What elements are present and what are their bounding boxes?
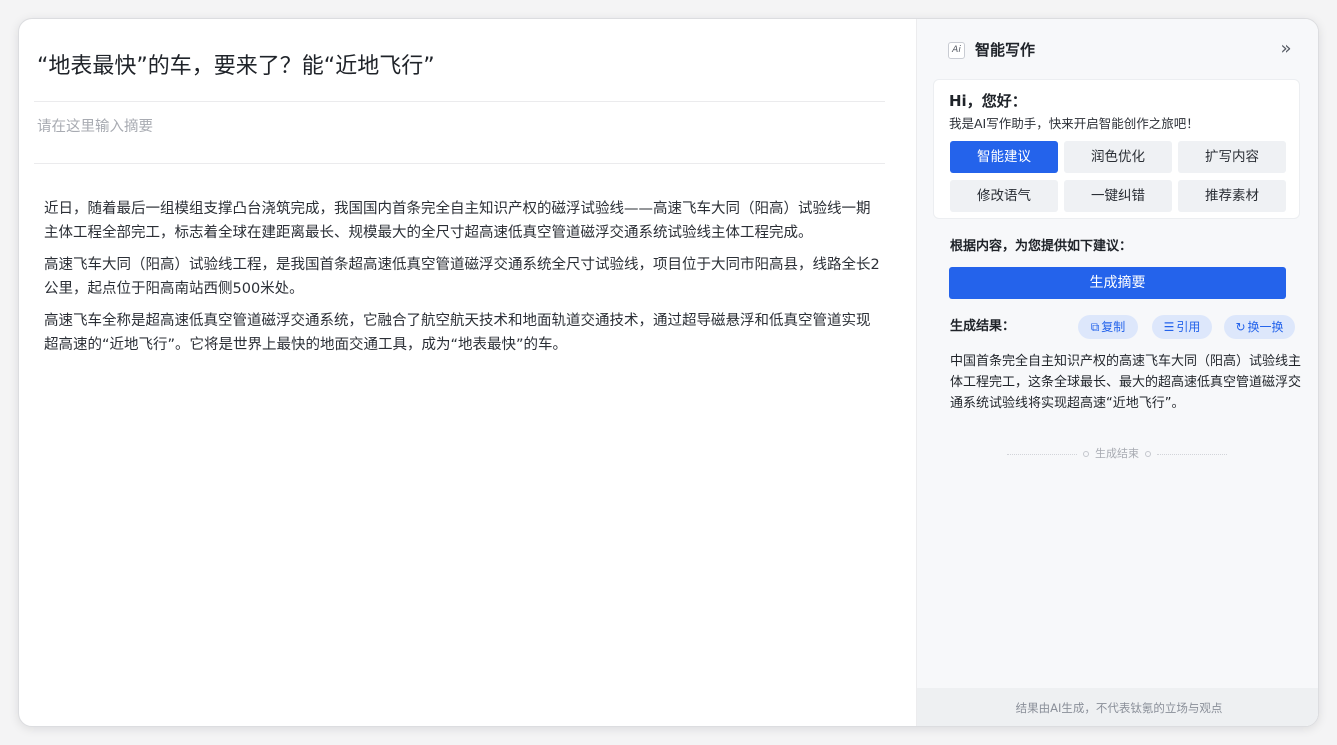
generation-end-marker: 生成结束 — [937, 447, 1297, 461]
refresh-button[interactable]: ↻ 换一换 — [1224, 315, 1295, 339]
app-window: “地表最快”的车，要来了？能“近地飞行” 请在这里输入摘要 近日，随着最后一组模… — [18, 18, 1319, 727]
option-tone-button[interactable]: 修改语气 — [950, 180, 1058, 212]
panel-header: Ai 智能写作 » — [917, 19, 1318, 79]
abstract-input[interactable]: 请在这里输入摘要 — [37, 117, 885, 137]
ai-writing-panel: Ai 智能写作 » Hi，您好： 我是AI写作助手，快来开启智能创作之旅吧！ 智… — [916, 19, 1318, 726]
end-marker-text: 生成结束 — [1095, 447, 1139, 460]
result-text[interactable]: 中国首条完全自主知识产权的高速飞车大同（阳高）试验线主体工程完工，这条全球最长、… — [950, 351, 1303, 414]
quote-label: 引用 — [1176, 320, 1201, 334]
option-polish-button[interactable]: 润色优化 — [1064, 141, 1172, 173]
option-expand-button[interactable]: 扩写内容 — [1178, 141, 1286, 173]
greeting-card: Hi，您好： 我是AI写作助手，快来开启智能创作之旅吧！ 智能建议 润色优化 扩… — [933, 79, 1300, 219]
option-material-button[interactable]: 推荐素材 — [1178, 180, 1286, 212]
editor: “地表最快”的车，要来了？能“近地飞行” 请在这里输入摘要 近日，随着最后一组模… — [19, 19, 915, 726]
copy-button[interactable]: ⧉ 复制 — [1078, 315, 1138, 339]
body-paragraph[interactable]: 高速飞车全称是超高速低真空管道磁浮交通系统，它融合了航空航天技术和地面轨道交通技… — [44, 309, 882, 357]
suggestion-label: 根据内容，为您提供如下建议： — [950, 239, 1133, 254]
body-paragraph[interactable]: 高速飞车大同（阳高）试验线工程，是我国首条超高速低真空管道磁浮交通系统全尺寸试验… — [44, 253, 882, 301]
body-paragraph[interactable]: 近日，随着最后一组模组支撑凸台浇筑完成，我国国内首条完全自主知识产权的磁浮试验线… — [44, 197, 882, 245]
end-dot-right — [1145, 451, 1151, 457]
ai-logo-icon: Ai — [948, 42, 965, 59]
generate-summary-button[interactable]: 生成摘要 — [949, 267, 1286, 299]
copy-icon: ⧉ — [1090, 320, 1100, 334]
end-dash-left — [1007, 453, 1077, 455]
refresh-icon: ↻ — [1235, 320, 1246, 334]
end-dot-left — [1083, 451, 1089, 457]
greeting-title: Hi，您好： — [949, 92, 1027, 110]
option-smart-suggest-button[interactable]: 智能建议 — [950, 141, 1058, 173]
panel-title: 智能写作 — [975, 41, 1036, 59]
title-divider — [34, 101, 885, 102]
abstract-divider — [34, 163, 885, 164]
disclaimer-footer: 结果由AI生成，不代表钛氪的立场与观点 — [917, 688, 1318, 726]
collapse-panel-icon[interactable]: » — [1276, 38, 1296, 60]
list-icon: ☰ — [1163, 320, 1175, 334]
end-dash-right — [1157, 453, 1227, 455]
greeting-subtitle: 我是AI写作助手，快来开启智能创作之旅吧！ — [949, 116, 1199, 131]
option-correct-button[interactable]: 一键纠错 — [1064, 180, 1172, 212]
copy-label: 复制 — [1101, 320, 1126, 334]
document-body[interactable]: 近日，随着最后一组模组支撑凸台浇筑完成，我国国内首条完全自主知识产权的磁浮试验线… — [44, 197, 882, 365]
refresh-label: 换一换 — [1247, 320, 1284, 334]
quote-button[interactable]: ☰ 引用 — [1152, 315, 1212, 339]
result-label: 生成结果： — [950, 319, 1016, 334]
document-title[interactable]: “地表最快”的车，要来了？能“近地飞行” — [37, 52, 885, 82]
